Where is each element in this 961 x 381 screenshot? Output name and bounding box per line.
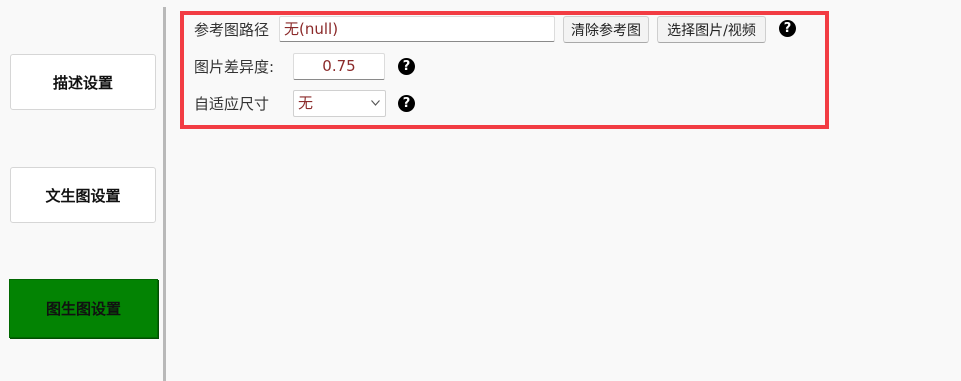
question-icon[interactable]: ? bbox=[398, 95, 415, 112]
nav-image-to-image-settings[interactable]: 图生图设置 bbox=[9, 279, 158, 338]
adaptive-size-value: 无 bbox=[298, 94, 314, 112]
image-difference-label: 图片差异度: bbox=[194, 58, 275, 76]
app-window: 描述设置 文生图设置 图生图设置 参考图路径 无(null) 清除参考图 选择图… bbox=[0, 0, 961, 381]
choose-image-video-label: 选择图片/视频 bbox=[667, 22, 756, 39]
nav-text-to-image-settings[interactable]: 文生图设置 bbox=[10, 167, 156, 223]
chevron-down-icon bbox=[371, 100, 380, 106]
image-difference-input[interactable]: 0.75 bbox=[293, 53, 385, 80]
nav-label: 图生图设置 bbox=[45, 300, 121, 318]
question-icon[interactable]: ? bbox=[779, 20, 796, 37]
clear-reference-button[interactable]: 清除参考图 bbox=[563, 16, 649, 43]
ref-path-input[interactable]: 无(null) bbox=[279, 16, 555, 42]
sidebar-divider bbox=[163, 7, 166, 381]
nav-label: 描述设置 bbox=[52, 73, 113, 92]
nav-description-settings[interactable]: 描述设置 bbox=[10, 54, 156, 110]
question-icon[interactable]: ? bbox=[398, 58, 415, 75]
nav-label: 文生图设置 bbox=[45, 186, 121, 205]
adaptive-size-label: 自适应尺寸 bbox=[194, 95, 270, 113]
adaptive-size-select[interactable]: 无 bbox=[293, 90, 386, 117]
clear-reference-label: 清除参考图 bbox=[571, 22, 641, 39]
ref-path-label: 参考图路径 bbox=[194, 21, 270, 39]
choose-image-video-button[interactable]: 选择图片/视频 bbox=[657, 16, 766, 43]
